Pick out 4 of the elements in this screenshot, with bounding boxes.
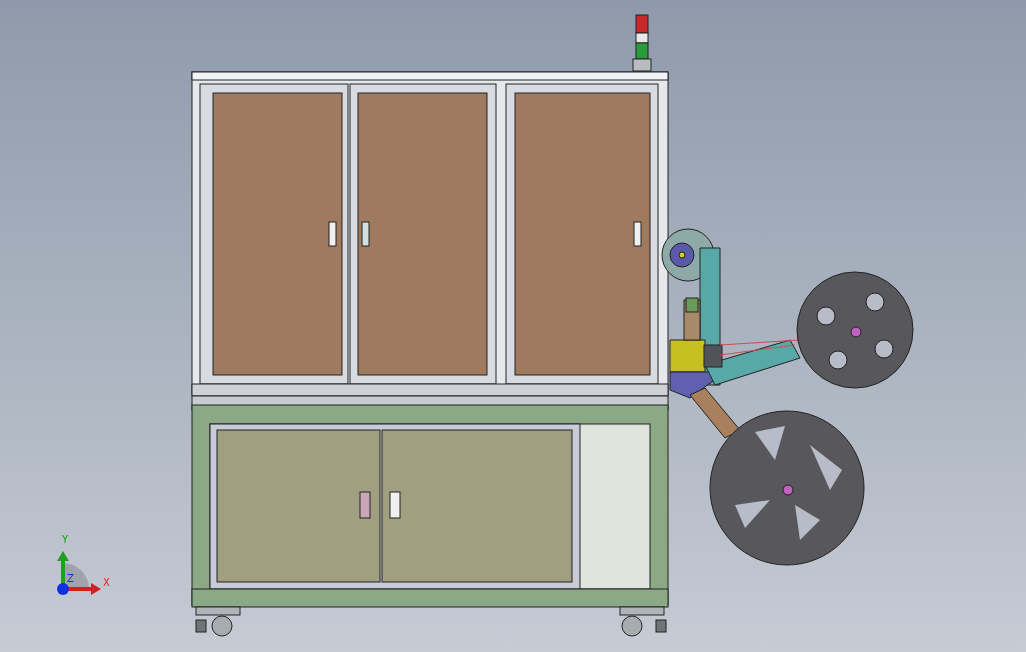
- axis-triad-icon: [57, 551, 101, 595]
- axis-label: Y: [62, 534, 69, 545]
- axis-label: Z: [67, 573, 74, 584]
- axis-label: X: [103, 577, 110, 588]
